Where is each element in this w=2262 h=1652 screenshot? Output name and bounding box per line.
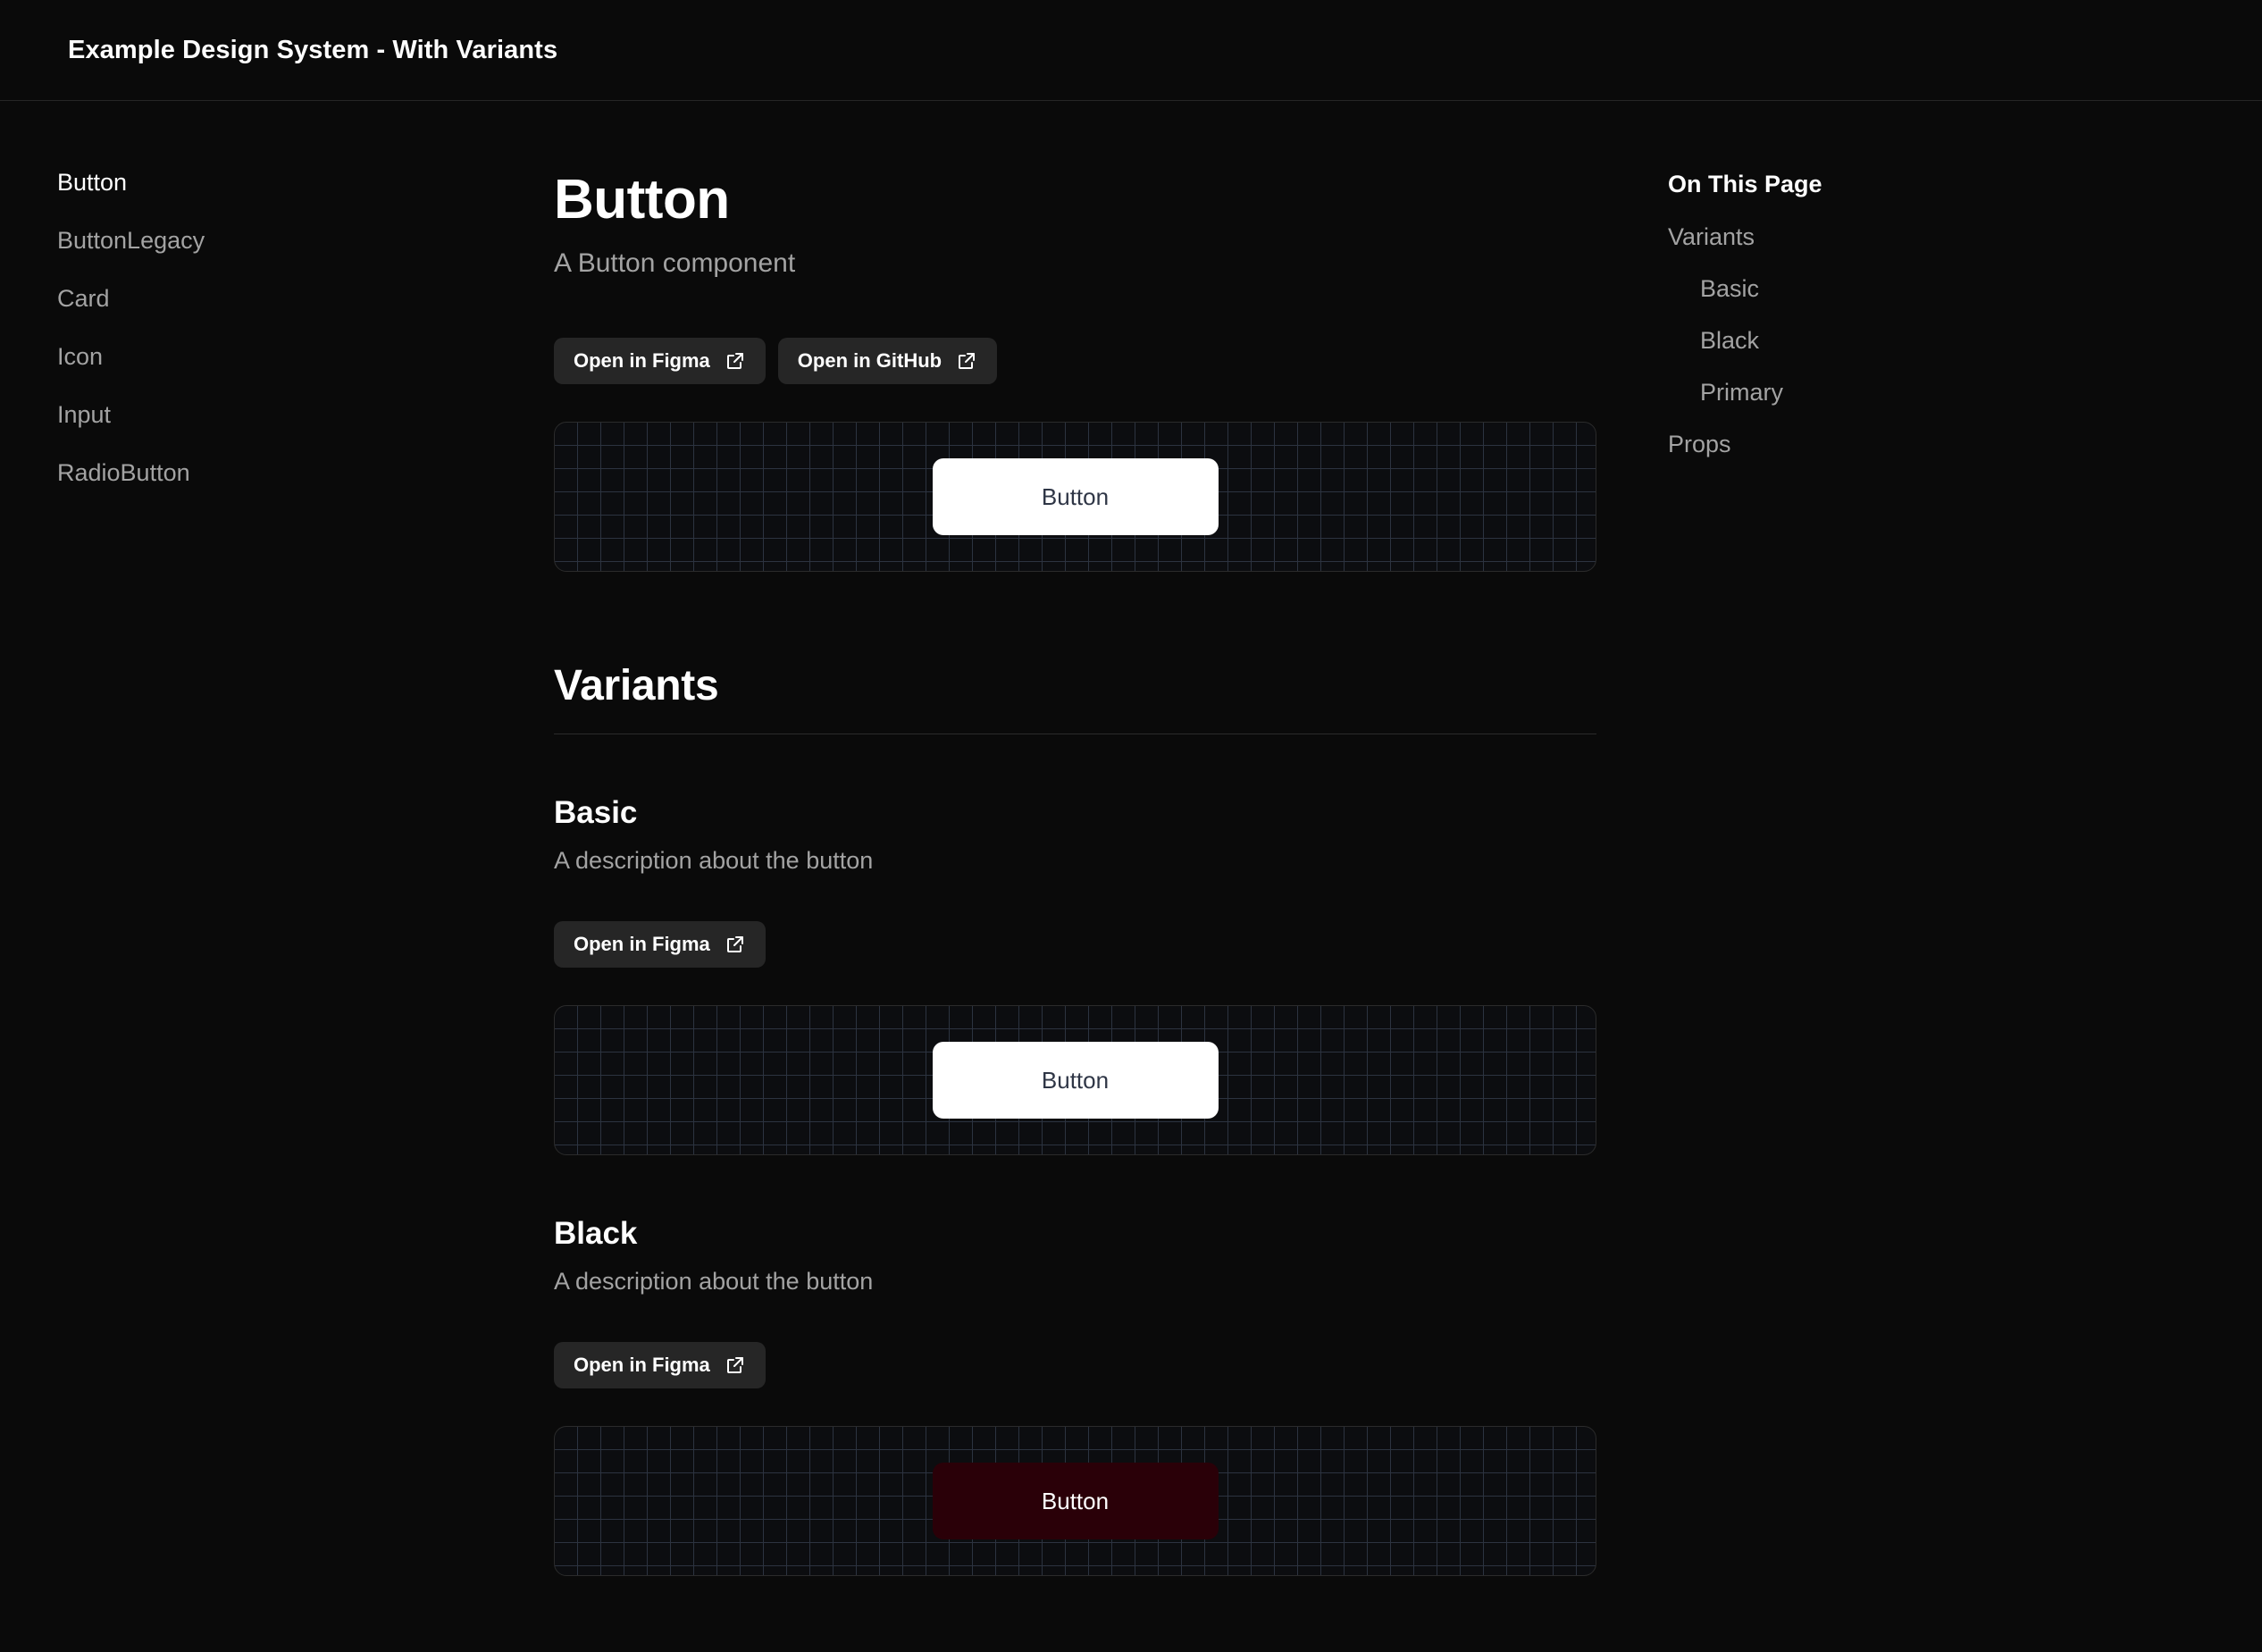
sidebar-item-card[interactable]: Card	[57, 287, 110, 311]
toc-item-basic[interactable]: Basic	[1668, 275, 1759, 303]
open-in-figma-label: Open in Figma	[574, 933, 710, 956]
sidebar-item-radiobutton[interactable]: RadioButton	[57, 461, 190, 485]
variant-basic: Basic A description about the button Ope…	[554, 795, 1596, 1155]
external-link-icon	[725, 934, 746, 955]
page-body: Button ButtonLegacy Card Icon Input Radi…	[0, 101, 2262, 1652]
variants-section: Variants Basic A description about the b…	[554, 661, 1596, 1576]
component-preview: Button	[554, 422, 1596, 572]
external-link-icon	[725, 1354, 746, 1376]
toc-item-black[interactable]: Black	[1668, 327, 1759, 355]
toc-item-primary[interactable]: Primary	[1668, 379, 1783, 407]
variants-section-title: Variants	[554, 661, 1596, 734]
sidebar-item-button[interactable]: Button	[57, 171, 127, 195]
toc-item-props[interactable]: Props	[1668, 431, 1731, 458]
sidebar-item-icon[interactable]: Icon	[57, 345, 103, 369]
variant-black: Black A description about the button Ope…	[554, 1216, 1596, 1576]
variant-black-preview: Button	[554, 1426, 1596, 1576]
sidebar-item-buttonlegacy[interactable]: ButtonLegacy	[57, 229, 205, 253]
main-content: Button A Button component Open in Figma …	[554, 101, 1596, 1652]
open-in-figma-label: Open in Figma	[574, 1354, 710, 1377]
variant-black-link-row: Open in Figma	[554, 1342, 1596, 1388]
open-in-figma-label: Open in Figma	[574, 349, 710, 373]
page-subtitle: A Button component	[554, 248, 1596, 279]
variant-basic-open-in-figma-button[interactable]: Open in Figma	[554, 921, 766, 968]
external-link-icon	[956, 350, 977, 372]
open-in-github-button[interactable]: Open in GitHub	[778, 338, 997, 384]
component-sidebar: Button ButtonLegacy Card Icon Input Radi…	[0, 101, 554, 1652]
open-in-github-label: Open in GitHub	[798, 349, 942, 373]
external-link-icon	[725, 350, 746, 372]
on-this-page-title: On This Page	[1668, 171, 2262, 198]
open-in-figma-button[interactable]: Open in Figma	[554, 338, 766, 384]
variant-black-open-in-figma-button[interactable]: Open in Figma	[554, 1342, 766, 1388]
preview-demo-button[interactable]: Button	[933, 458, 1219, 535]
on-this-page-nav: On This Page Variants Basic Black Primar…	[1596, 101, 2262, 1652]
sidebar-item-input[interactable]: Input	[57, 403, 111, 427]
variant-basic-link-row: Open in Figma	[554, 921, 1596, 968]
variant-basic-preview: Button	[554, 1005, 1596, 1155]
variant-basic-description: A description about the button	[554, 847, 1596, 875]
variant-basic-demo-button[interactable]: Button	[933, 1042, 1219, 1119]
page-link-row: Open in Figma Open in GitHub	[554, 338, 1596, 384]
page-title: Button	[554, 171, 1596, 229]
variant-basic-title: Basic	[554, 795, 1596, 831]
variant-black-demo-button[interactable]: Button	[933, 1463, 1219, 1539]
variant-black-description: A description about the button	[554, 1268, 1596, 1296]
app-header: Example Design System - With Variants	[0, 0, 2262, 101]
toc-item-variants[interactable]: Variants	[1668, 223, 1755, 251]
variant-black-title: Black	[554, 1216, 1596, 1252]
app-title: Example Design System - With Variants	[68, 36, 557, 65]
